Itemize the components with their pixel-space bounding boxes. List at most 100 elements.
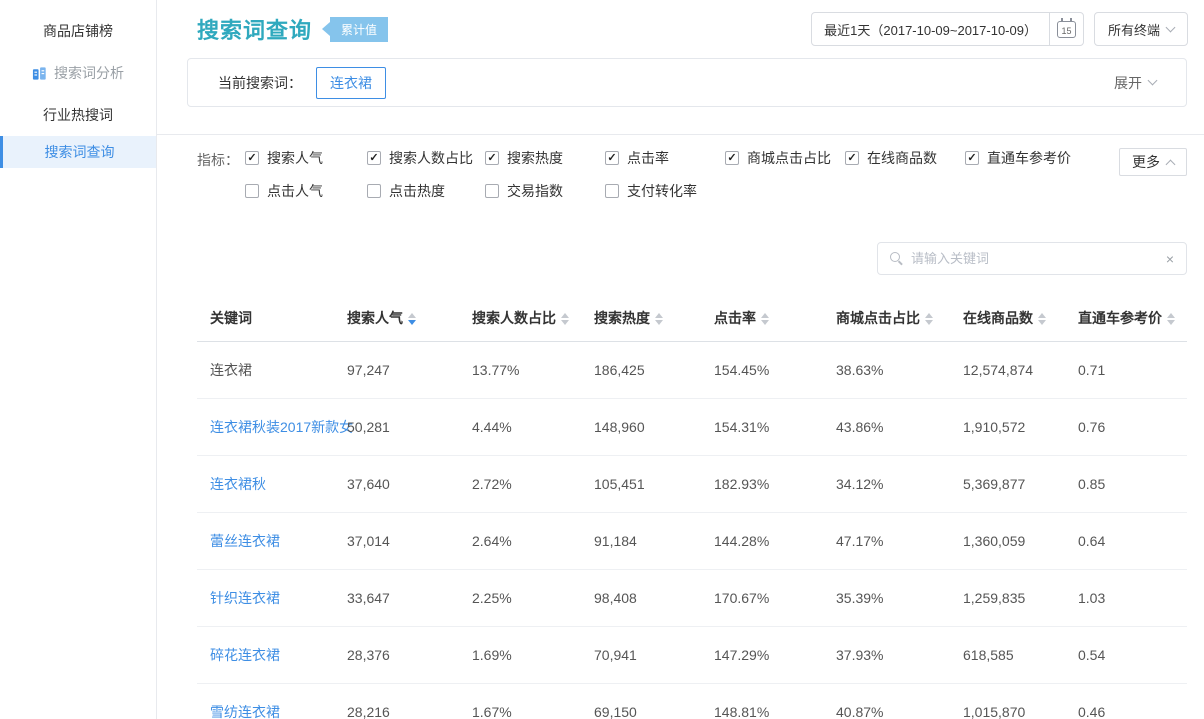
checkbox-checked-icon[interactable]: ✓: [725, 151, 739, 165]
column-header-click-rate[interactable]: 点击率: [701, 295, 823, 342]
metric-checkbox-click-popularity[interactable]: 点击人气: [245, 181, 367, 201]
keyword-link[interactable]: 针织连衣裙: [197, 570, 334, 627]
column-header-ztc-reference-price[interactable]: 直通车参考价: [1065, 295, 1187, 342]
sidebar-item-search-term-query[interactable]: 搜索词查询: [0, 136, 156, 168]
checkbox-unchecked-icon[interactable]: [605, 184, 619, 198]
clear-icon[interactable]: ×: [1166, 252, 1174, 266]
checkbox-checked-icon[interactable]: ✓: [367, 151, 381, 165]
checkbox-label: 交易指数: [507, 181, 563, 201]
value-cell: 0.64: [1065, 513, 1187, 570]
value-cell: 4.44%: [459, 399, 581, 456]
metric-checkbox-searcher-share[interactable]: ✓ 搜索人数占比: [367, 148, 485, 168]
cumulative-badge: 累计值: [322, 17, 388, 42]
metric-checkbox-click-rate[interactable]: ✓ 点击率: [605, 148, 725, 168]
value-cell: 13.77%: [459, 342, 581, 399]
metric-checkbox-click-heat[interactable]: 点击热度: [367, 181, 485, 201]
keyword-link[interactable]: 连衣裙秋装2017新款女: [197, 399, 334, 456]
checkbox-unchecked-icon[interactable]: [367, 184, 381, 198]
value-cell: 37.93%: [823, 627, 950, 684]
value-cell: 154.45%: [701, 342, 823, 399]
checkbox-checked-icon[interactable]: ✓: [845, 151, 859, 165]
metric-checkbox-search-heat[interactable]: ✓ 搜索热度: [485, 148, 605, 168]
value-cell: 182.93%: [701, 456, 823, 513]
value-cell: 40.87%: [823, 684, 950, 719]
badge-label: 累计值: [330, 17, 388, 42]
sort-icon[interactable]: [761, 313, 769, 325]
metric-checkbox-online-products[interactable]: ✓ 在线商品数: [845, 148, 965, 168]
sidebar-item-product-shop-rank[interactable]: 商品店铺榜: [0, 10, 156, 52]
keyword-link[interactable]: 雪纺连衣裙: [197, 684, 334, 719]
checkbox-unchecked-icon[interactable]: [245, 184, 259, 198]
app-window: 商品店铺榜 搜索词分析 行业热搜词 搜索词查询: [0, 0, 1204, 719]
search-icon: [890, 252, 903, 265]
column-header-search-heat[interactable]: 搜索热度: [581, 295, 701, 342]
table-header-row: 关键词 搜索人气 搜索人数占比 搜索热度 点击率: [197, 295, 1187, 342]
sort-icon[interactable]: [561, 313, 569, 325]
keyword-search-input[interactable]: [911, 251, 1166, 266]
value-cell: 105,451: [581, 456, 701, 513]
value-cell: 91,184: [581, 513, 701, 570]
value-cell: 28,376: [334, 627, 459, 684]
checkbox-checked-icon[interactable]: ✓: [245, 151, 259, 165]
current-term-button[interactable]: 连衣裙: [316, 67, 386, 99]
value-cell: 33,647: [334, 570, 459, 627]
keyword-search-box[interactable]: ×: [877, 242, 1187, 275]
value-cell: 2.64%: [459, 513, 581, 570]
column-header-mall-click-share[interactable]: 商城点击占比: [823, 295, 950, 342]
sort-icon[interactable]: [1167, 313, 1175, 325]
metrics-label: 指标：: [197, 148, 245, 170]
sidebar-item-industry-hot-words[interactable]: 行业热搜词: [0, 94, 156, 136]
expand-label: 展开: [1114, 73, 1142, 93]
checkbox-label: 直通车参考价: [987, 148, 1071, 168]
metric-checkbox-mall-click-share[interactable]: ✓ 商城点击占比: [725, 148, 845, 168]
column-header-searcher-share[interactable]: 搜索人数占比: [459, 295, 581, 342]
calendar-button[interactable]: 15: [1049, 13, 1083, 45]
checkbox-checked-icon[interactable]: ✓: [965, 151, 979, 165]
column-header-search-popularity[interactable]: 搜索人气: [334, 295, 459, 342]
sidebar-item-label: 商品店铺榜: [43, 21, 113, 41]
value-cell: 69,150: [581, 684, 701, 719]
value-cell: 618,585: [950, 627, 1065, 684]
sort-icon[interactable]: [925, 313, 933, 325]
value-cell: 186,425: [581, 342, 701, 399]
page-title: 搜索词查询: [197, 13, 312, 45]
sidebar-item-search-term-analysis[interactable]: 搜索词分析: [0, 52, 156, 94]
keyword-link[interactable]: 碎花连衣裙: [197, 627, 334, 684]
expand-toggle[interactable]: 展开: [1114, 73, 1156, 93]
metric-checkbox-transaction-index[interactable]: 交易指数: [485, 181, 605, 201]
metric-checkbox-ztc-reference-price[interactable]: ✓ 直通车参考价: [965, 148, 1115, 168]
keyword-link[interactable]: 连衣裙秋: [197, 456, 334, 513]
search-row: ×: [157, 201, 1204, 275]
sort-icon[interactable]: [655, 313, 663, 325]
value-cell: 154.31%: [701, 399, 823, 456]
metric-checkbox-payment-conversion[interactable]: 支付转化率: [605, 181, 725, 201]
value-cell: 1,259,835: [950, 570, 1065, 627]
sort-icon[interactable]: [1038, 313, 1046, 325]
chevron-down-icon: [1166, 22, 1176, 32]
calendar-icon: 15: [1057, 21, 1076, 38]
table-row: 连衣裙秋 37,640 2.72% 105,451 182.93% 34.12%…: [197, 456, 1187, 513]
sidebar-item-label: 搜索词分析: [54, 63, 124, 83]
checkbox-checked-icon[interactable]: ✓: [605, 151, 619, 165]
more-button[interactable]: 更多: [1119, 148, 1187, 176]
checkbox-checked-icon[interactable]: ✓: [485, 151, 499, 165]
checkbox-unchecked-icon[interactable]: [485, 184, 499, 198]
sort-icon[interactable]: [408, 313, 416, 325]
value-cell: 0.85: [1065, 456, 1187, 513]
main-content: 搜索词查询 累计值 最近1天（2017-10-09~2017-10-09） 15…: [157, 0, 1204, 719]
checkbox-label: 搜索人气: [267, 148, 323, 168]
keyword-cell: 连衣裙: [197, 342, 334, 399]
value-cell: 0.54: [1065, 627, 1187, 684]
metrics-checkbox-grid: ✓ 搜索人气 ✓ 搜索人数占比 ✓ 搜索热度 ✓ 点击率 ✓ 商城点击占比: [245, 148, 1115, 201]
checkbox-label: 商城点击占比: [747, 148, 831, 168]
value-cell: 170.67%: [701, 570, 823, 627]
value-cell: 0.76: [1065, 399, 1187, 456]
value-cell: 97,247: [334, 342, 459, 399]
keyword-link[interactable]: 蕾丝连衣裙: [197, 513, 334, 570]
checkbox-label: 搜索热度: [507, 148, 563, 168]
column-header-online-products[interactable]: 在线商品数: [950, 295, 1065, 342]
current-term-label: 当前搜索词：: [218, 73, 302, 93]
terminal-select[interactable]: 所有终端: [1094, 12, 1188, 46]
metric-checkbox-search-popularity[interactable]: ✓ 搜索人气: [245, 148, 367, 168]
date-range-picker[interactable]: 最近1天（2017-10-09~2017-10-09） 15: [811, 12, 1084, 46]
